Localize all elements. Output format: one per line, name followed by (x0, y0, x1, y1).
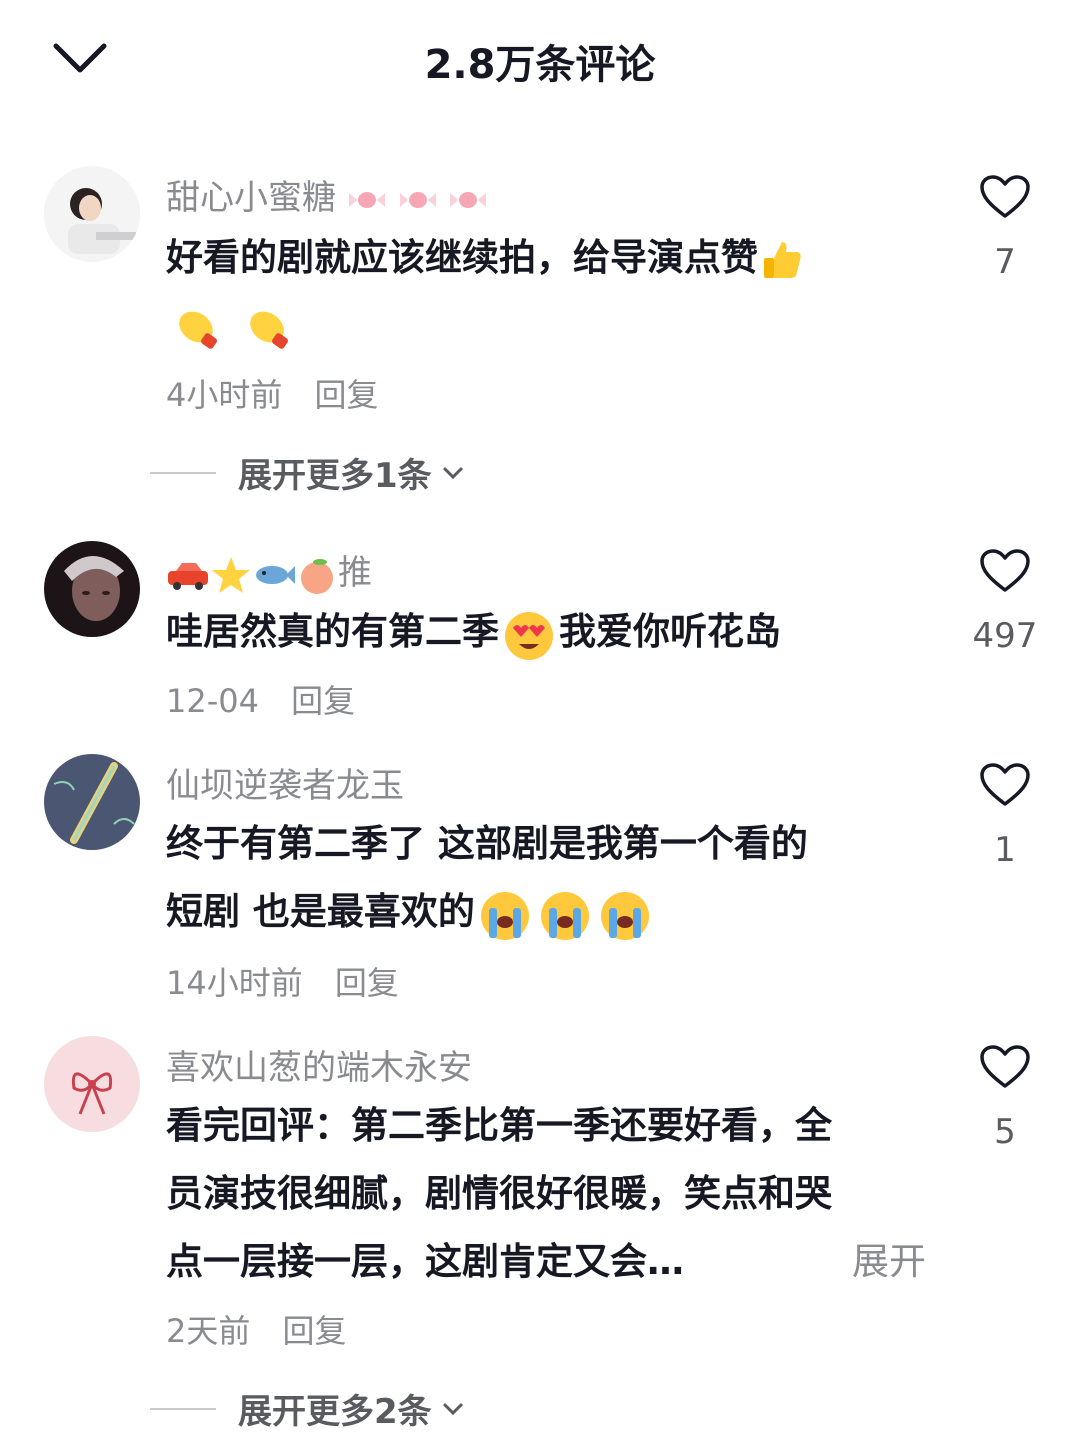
expand-replies-button[interactable]: 展开更多1条 (150, 448, 464, 498)
comments-header: 2.8万条评论 (0, 0, 1080, 120)
clapping-hands-icon (179, 311, 217, 349)
thumbs-up-icon (764, 241, 801, 278)
comment-text: 终于有第二季了 这部剧是我第一个看的 短剧 也是最喜欢的 (166, 810, 926, 946)
like-count: 5 (994, 1112, 1016, 1152)
comment-time: 4小时前 (166, 376, 283, 414)
heart-icon (980, 175, 1030, 218)
like-count: 497 (972, 616, 1038, 656)
username[interactable]: 仙坝逆袭者龙玉 (166, 758, 404, 807)
expand-replies-button[interactable]: 展开更多2条 (150, 1384, 464, 1434)
divider (150, 1407, 216, 1410)
comment-meta: 2天前 回复 (166, 1306, 369, 1352)
reply-button[interactable]: 回复 (283, 1312, 347, 1350)
avatar[interactable] (44, 754, 140, 850)
comment-time: 2天前 (166, 1312, 251, 1350)
comment-meta: 4小时前 回复 (166, 370, 401, 416)
page-title: 2.8万条评论 (424, 42, 656, 88)
candy-icon (399, 191, 436, 208)
comment-time: 12-04 (166, 682, 259, 720)
like-button[interactable]: 5 (960, 1044, 1050, 1152)
reply-button[interactable]: 回复 (315, 376, 379, 414)
crying-emoji-icon (540, 891, 589, 940)
heart-icon (980, 1045, 1030, 1088)
avatar[interactable] (44, 541, 140, 637)
heart-eyes-emoji-icon (505, 611, 553, 660)
avatar[interactable] (44, 1036, 140, 1132)
crying-emoji-icon (480, 891, 529, 940)
username[interactable]: 推 (166, 545, 372, 596)
chevron-down-icon (443, 1403, 463, 1415)
divider (150, 471, 216, 474)
heart-icon (980, 549, 1030, 592)
fish-icon (256, 565, 295, 584)
candy-icon (450, 191, 487, 208)
clapping-hands-icon (250, 311, 288, 349)
heart-icon (980, 763, 1030, 806)
candy-icon (348, 191, 385, 208)
like-button[interactable]: 497 (960, 548, 1050, 656)
comment-text: 看完回评：第二季比第一季还要好看，全 员演技很细腻，剧情很好很暖，笑点和哭 点一… (166, 1092, 926, 1296)
avatar[interactable] (44, 166, 140, 262)
reply-button[interactable]: 回复 (335, 964, 399, 1002)
username[interactable]: 甜心小蜜糖 (166, 170, 488, 219)
car-icon (168, 562, 208, 590)
comment-text: 好看的剧就应该继续拍，给导演点赞 (166, 224, 926, 360)
crying-emoji-icon (600, 891, 649, 940)
star-icon (212, 556, 250, 593)
expand-text-button[interactable]: 展开 (822, 1228, 926, 1296)
comment-meta: 14小时前 回复 (166, 958, 421, 1004)
comment-meta: 12-04 回复 (166, 676, 377, 722)
like-count: 7 (994, 242, 1016, 282)
comment-time: 14小时前 (166, 964, 303, 1002)
username[interactable]: 喜欢山葱的端木永安 (166, 1040, 472, 1089)
like-count: 1 (994, 830, 1016, 870)
like-button[interactable]: 1 (960, 762, 1050, 870)
like-button[interactable]: 7 (960, 174, 1050, 282)
reply-button[interactable]: 回复 (291, 682, 355, 720)
peach-icon (301, 558, 333, 594)
chevron-down-icon (443, 467, 463, 479)
comment-text: 哇居然真的有第二季 我爱你听花岛 (166, 598, 926, 666)
